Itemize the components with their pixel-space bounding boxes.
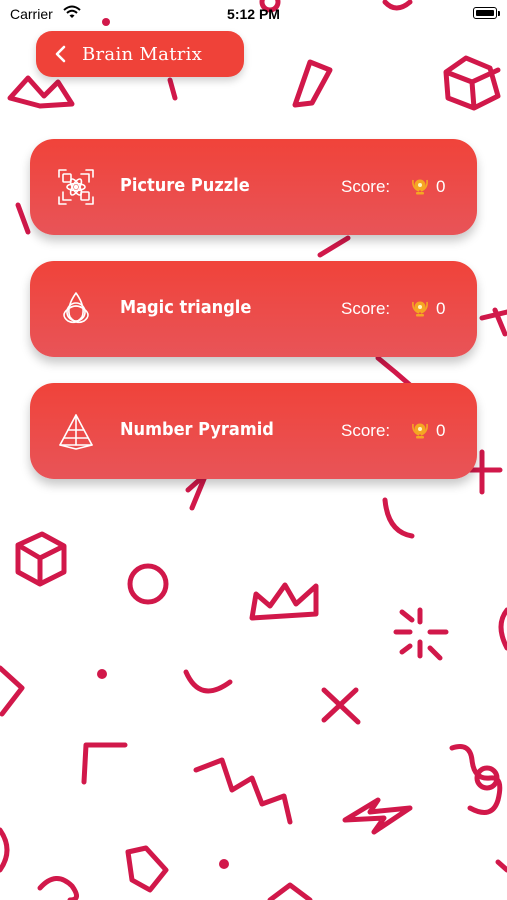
page-title: Brain Matrix [82,44,203,65]
game-card-picture-puzzle[interactable]: Picture Puzzle Score: 0 [30,139,477,235]
chevron-left-icon [55,45,66,63]
card-title: Magic triangle [120,297,252,318]
brain-matrix-screen: Carrier 5:12 PM Brain Matrix Picture Puz… [0,0,507,900]
trophy-icon [412,179,428,195]
game-card-number-pyramid[interactable]: Number Pyramid Score: 0 [30,383,477,479]
trophy-icon [412,423,428,439]
score-value: 0 [436,299,446,318]
back-button[interactable]: Brain Matrix [36,31,244,77]
status-time: 5:12 PM [227,6,280,22]
number-pyramid-icon [59,414,93,450]
score-value: 0 [436,421,446,440]
card-title: Picture Puzzle [120,175,250,196]
game-card-magic-triangle[interactable]: Magic triangle Score: 0 [30,261,477,357]
score-label: Score: [341,421,391,440]
score-label: Score: [341,177,391,196]
picture-puzzle-icon [58,169,94,205]
battery-icon [473,7,500,19]
status-bar: Carrier 5:12 PM [0,0,507,28]
trophy-icon [412,301,428,317]
score-value: 0 [436,177,446,196]
score-label: Score: [341,299,391,318]
card-title: Number Pyramid [120,419,274,440]
magic-triangle-icon [63,292,89,324]
